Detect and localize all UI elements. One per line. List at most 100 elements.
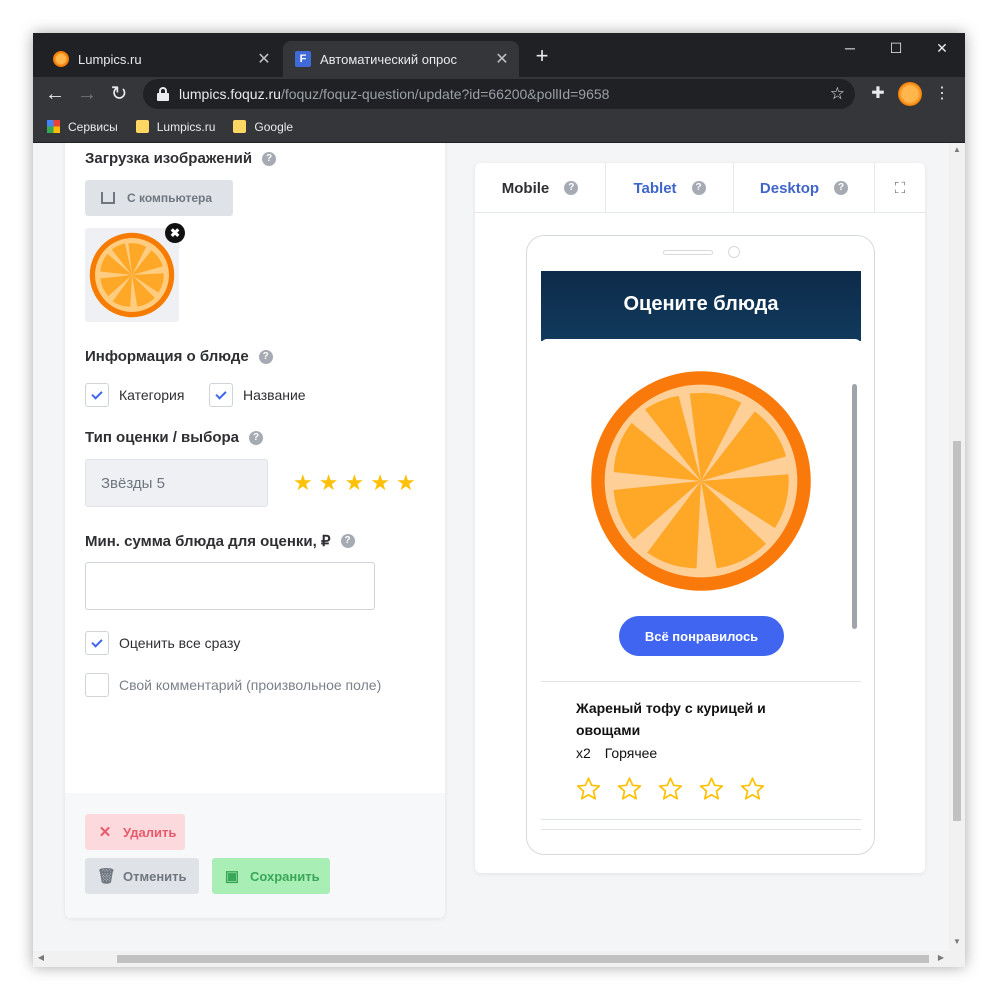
button-label: Сохранить [250,868,320,884]
category-checkbox[interactable]: Категория [85,383,184,407]
min-sum-title: Мин. сумма блюда для оценки, ₽ ? [85,532,355,550]
bookmark-label: Lumpics.ru [156,119,216,134]
bookmark-label: Сервисы [68,119,118,134]
scroll-down-icon[interactable]: ▼ [949,937,965,949]
tab-strip: Lumpics.ru ✕ F Автоматический опрос ✕ + … [33,33,965,77]
image-upload-title: Загрузка изображений ? [85,150,277,167]
browser-window: Lumpics.ru ✕ F Автоматический опрос ✕ + … [33,33,965,967]
own-comment-checkbox[interactable]: Свой комментарий (произвольное поле) [85,673,381,697]
tab-label: Mobile [501,179,550,197]
tab-desktop[interactable]: Desktop ? [734,163,875,213]
back-icon[interactable]: ← [41,80,69,108]
tab-mobile[interactable]: Mobile ? [475,163,606,213]
close-window-button[interactable]: ✕ [919,33,965,63]
close-tab-icon[interactable]: ✕ [253,49,275,69]
menu-kebab-icon[interactable]: ⋮ [930,82,954,106]
horizontal-scrollbar[interactable]: ◀ ▶ [33,951,965,967]
button-label: Отменить [123,868,187,884]
dish-category: Горячее [604,745,658,761]
checkbox-box[interactable] [85,631,109,655]
bookmark-page-icon [233,120,247,133]
min-sum-input[interactable] [85,562,375,610]
checkbox-label: Оценить все сразу [119,635,241,651]
address-bar[interactable]: lumpics.foquz.ru /foquz/foquz-question/u… [143,79,855,109]
bookmark-page-icon [135,120,149,133]
scrollbar-thumb[interactable] [117,955,929,963]
checkmark-icon [215,387,227,400]
scroll-right-icon[interactable]: ▶ [935,953,947,965]
rate-all-checkbox[interactable]: Оценить все сразу [85,631,240,655]
help-icon[interactable]: ? [262,151,277,166]
reload-icon[interactable]: ↻ [105,80,133,108]
bookmark-services[interactable]: Сервисы [47,120,118,134]
tab-label: Desktop [759,179,820,197]
new-tab-button[interactable]: + [531,45,553,67]
name-checkbox[interactable]: Название [209,383,306,407]
bookmark-star-icon[interactable]: ☆ [830,84,845,104]
screen-body: Всё понравилось Жареный тофу с курицей и… [541,339,861,854]
bookmark-lumpics[interactable]: Lumpics.ru [135,119,216,134]
help-icon[interactable]: ? [249,430,264,445]
star-outline-icon[interactable] [739,776,766,802]
maximize-button[interactable]: ☐ [873,33,919,63]
checkbox-label: Свой комментарий (произвольное поле) [119,677,382,693]
star-icon: ★ [395,470,416,495]
star-outline-icon[interactable] [657,776,684,802]
upload-icon [101,192,115,204]
star-outline-icon[interactable] [575,776,602,802]
save-button[interactable]: ▣ Сохранить [212,858,330,894]
help-icon[interactable]: ? [564,181,579,195]
help-icon[interactable]: ? [834,181,849,195]
preview-scrollbar[interactable] [852,384,857,629]
remove-image-button[interactable]: ✖ [165,223,185,243]
help-icon[interactable]: ? [340,534,355,548]
tab-foquz[interactable]: F Автоматический опрос ✕ [283,41,519,77]
screen-title: Оцените блюда [541,271,861,341]
scroll-left-icon[interactable]: ◀ [35,953,47,965]
upload-from-computer-button[interactable]: С компьютера [85,180,233,216]
checkbox-box[interactable] [85,383,109,407]
dish-info-title: Информация о блюде ? [85,348,273,365]
section-title-text: Загрузка изображений [85,150,253,167]
star-outline-icon[interactable] [698,776,725,802]
checkbox-box[interactable] [85,673,109,697]
form-actions: ✕ Удалить 🗑 Отменить ▣ Сохранить [65,793,445,918]
extensions-puzzle-icon[interactable]: ✚ [866,82,890,106]
divider [541,681,861,682]
question-form-card: Загрузка изображений ? С компьютера ✖ Ин… [65,143,445,918]
dish-quantity: x2 [576,745,591,761]
forward-icon[interactable]: → [73,80,101,108]
close-tab-icon[interactable]: ✕ [491,49,513,69]
section-title-text: Тип оценки / выбора [85,429,240,446]
section-title-text: Мин. сумма блюда для оценки, ₽ [85,533,331,550]
rating-type-select[interactable]: Звёзды 5 [85,459,268,507]
star-icon: ★ [344,470,365,495]
tab-tablet[interactable]: Tablet ? [606,163,734,213]
star-outline-icon[interactable] [616,776,643,802]
help-icon[interactable]: ? [258,349,273,364]
help-icon[interactable]: ? [691,181,706,195]
url-path: /foquz/foquz-question/update?id=66200&po… [280,86,610,102]
scroll-up-icon[interactable]: ▲ [949,145,965,157]
all-liked-button[interactable]: Всё понравилось [619,616,784,656]
dish-rating-stars[interactable] [575,776,780,802]
fullscreen-expand-icon[interactable]: ⛶ [875,163,925,213]
cancel-button[interactable]: 🗑 Отменить [85,858,199,894]
tab-title: Lumpics.ru [78,51,142,67]
delete-button[interactable]: ✕ Удалить [85,814,185,850]
checkmark-icon [91,635,103,648]
section-title-text: Информация о блюде [85,348,249,365]
checkbox-box[interactable] [209,383,233,407]
floppy-disk-icon: ▣ [224,868,240,885]
phone-camera [728,246,740,258]
vertical-scrollbar[interactable]: ▲ ▼ [949,143,965,951]
url-host: lumpics.foquz.ru [179,86,281,102]
profile-avatar[interactable] [898,82,922,106]
divider [541,829,861,830]
divider [541,819,861,820]
minimize-button[interactable]: ─ [827,33,873,63]
bookmark-google[interactable]: Google [233,120,293,134]
rating-type-title: Тип оценки / выбора ? [85,429,264,446]
tab-lumpics[interactable]: Lumpics.ru ✕ [41,41,281,77]
scrollbar-thumb[interactable] [953,441,961,821]
